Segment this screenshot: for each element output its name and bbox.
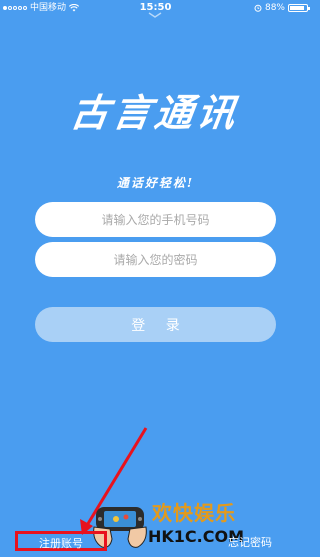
alarm-icon: [254, 4, 262, 12]
phone-input[interactable]: [35, 202, 276, 237]
forgot-password-link[interactable]: 忘记密码: [228, 535, 272, 551]
password-input[interactable]: [35, 242, 276, 277]
swipe-down-hint-icon[interactable]: [148, 12, 162, 18]
status-right: 88%: [254, 0, 310, 16]
watermark: 欢快娱乐 HK1C.COM: [90, 495, 244, 555]
battery-percent: 88%: [264, 3, 285, 13]
battery-fill: [290, 6, 304, 10]
app-logo: 古言通讯: [67, 90, 243, 135]
battery-icon: [288, 4, 310, 12]
register-link[interactable]: 注册账号: [15, 531, 107, 551]
app-slogan: 通话好轻松!: [116, 176, 195, 190]
login-button[interactable]: 登 录: [35, 307, 276, 342]
watermark-title: 欢快娱乐: [152, 501, 236, 525]
